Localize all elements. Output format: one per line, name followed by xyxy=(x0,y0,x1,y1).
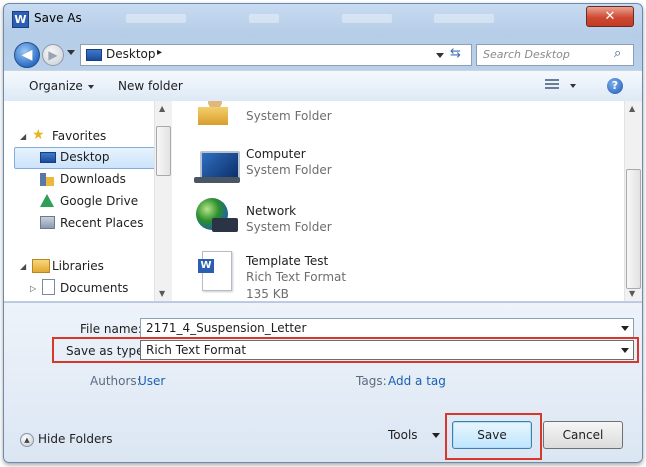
hide-folders-button[interactable]: Hide Folders xyxy=(38,432,113,446)
folder-icon xyxy=(198,107,228,125)
collapse-arrow-icon[interactable]: ◢ xyxy=(20,262,26,271)
desktop-icon xyxy=(40,152,56,163)
save-type-dropdown-icon[interactable] xyxy=(621,348,629,353)
google-drive-icon xyxy=(40,194,54,207)
navigation-pane: ◢ ★ Favorites Desktop Downloads Google D… xyxy=(4,101,172,301)
nav-item-downloads[interactable]: Downloads xyxy=(60,172,126,186)
tools-menu[interactable]: Tools xyxy=(388,428,418,442)
background-tab-ghost xyxy=(434,14,494,23)
computer-icon xyxy=(200,151,240,179)
background-tab-ghost xyxy=(342,14,392,23)
background-tab-ghost xyxy=(249,14,279,23)
nav-item-google-drive[interactable]: Google Drive xyxy=(60,194,138,208)
background-tab-ghost xyxy=(126,14,186,23)
help-icon[interactable]: ? xyxy=(607,78,623,94)
libraries-folder-icon xyxy=(32,259,50,273)
save-as-dialog: W Save As ✕ ◀ ▶ Desktop ▸ ⇆ Search Deskt… xyxy=(3,3,643,463)
chevron-up-icon[interactable]: ▲ xyxy=(20,433,34,447)
tools-label: Tools xyxy=(388,428,418,442)
nav-libraries[interactable]: Libraries xyxy=(52,259,104,273)
list-item[interactable] xyxy=(194,196,240,236)
filename-label: File name: xyxy=(80,322,142,336)
nav-scrollbar[interactable]: ▲ ▼ xyxy=(154,101,172,301)
close-button[interactable]: ✕ xyxy=(586,6,634,27)
nav-scroll-thumb[interactable] xyxy=(156,126,171,176)
filename-value: 2171_4_Suspension_Letter xyxy=(146,321,307,335)
organize-menu[interactable]: Organize xyxy=(29,79,94,93)
star-icon: ★ xyxy=(32,127,45,143)
file-desc: System Folder xyxy=(246,109,332,123)
save-type-label: Save as type: xyxy=(66,344,148,358)
scroll-down-icon[interactable]: ▼ xyxy=(629,289,635,298)
authors-value[interactable]: User xyxy=(138,374,165,388)
list-item[interactable] xyxy=(196,101,230,127)
forward-button[interactable]: ▶ xyxy=(42,44,64,66)
save-type-select[interactable]: Rich Text Format xyxy=(140,340,634,360)
file-name[interactable]: Computer xyxy=(246,147,306,161)
new-folder-button[interactable]: New folder xyxy=(118,79,183,93)
back-button[interactable]: ◀ xyxy=(14,42,40,68)
search-placeholder: Search Desktop xyxy=(483,48,570,61)
nav-item-desktop[interactable]: Desktop xyxy=(60,150,110,164)
save-options-panel: File name: 2171_4_Suspension_Letter Save… xyxy=(4,302,642,462)
save-type-value: Rich Text Format xyxy=(146,343,247,357)
file-list-scrollbar[interactable]: ▲ ▼ xyxy=(624,101,642,301)
filename-dropdown-icon[interactable] xyxy=(621,326,629,331)
cancel-button[interactable]: Cancel xyxy=(543,421,623,449)
file-desc: System Folder xyxy=(246,220,332,234)
file-name[interactable]: Network xyxy=(246,204,296,218)
list-item[interactable]: W xyxy=(198,251,232,291)
file-desc: Rich Text Format xyxy=(246,270,347,284)
add-tag-link[interactable]: Add a tag xyxy=(388,374,446,388)
word-document-icon: W xyxy=(198,259,214,273)
recent-places-icon xyxy=(40,216,55,229)
file-scroll-thumb[interactable] xyxy=(626,169,641,289)
file-size: 135 KB xyxy=(246,287,289,301)
command-toolbar: Organize New folder ? xyxy=(4,70,642,102)
search-input[interactable]: Search Desktop ⌕ xyxy=(476,44,634,66)
authors-label: Authors: xyxy=(90,374,141,388)
chevron-down-icon xyxy=(87,84,94,89)
search-icon[interactable]: ⌕ xyxy=(614,46,621,61)
address-bar[interactable]: Desktop ▸ ⇆ xyxy=(80,44,472,66)
downloads-folder-icon xyxy=(46,177,54,186)
computer-base-icon xyxy=(194,177,240,183)
nav-item-recent-places[interactable]: Recent Places xyxy=(60,216,143,230)
filename-field[interactable]: 2171_4_Suspension_Letter xyxy=(140,318,634,338)
recent-pages-dropdown-icon[interactable] xyxy=(67,50,75,55)
file-list: System Folder Computer System Folder Net… xyxy=(172,101,624,301)
organize-label: Organize xyxy=(29,79,83,93)
word-app-icon: W xyxy=(12,11,29,28)
desktop-icon xyxy=(86,49,102,61)
nav-item-documents[interactable]: Documents xyxy=(60,281,128,295)
file-desc: System Folder xyxy=(246,163,332,177)
nav-favorites[interactable]: Favorites xyxy=(52,129,106,143)
tools-dropdown-icon[interactable] xyxy=(432,433,440,438)
save-button[interactable]: Save xyxy=(452,421,532,449)
scroll-down-icon[interactable]: ▼ xyxy=(159,289,165,298)
breadcrumb-arrow-icon[interactable]: ▸ xyxy=(157,47,162,58)
tags-label: Tags: xyxy=(356,374,387,388)
refresh-icon[interactable]: ⇆ xyxy=(450,46,461,61)
scroll-up-icon[interactable]: ▲ xyxy=(629,104,635,113)
network-monitor-icon xyxy=(212,218,238,232)
dialog-title: Save As xyxy=(34,11,82,25)
address-location[interactable]: Desktop xyxy=(106,47,156,61)
change-view-icon[interactable] xyxy=(545,79,559,91)
expand-arrow-icon[interactable]: ▷ xyxy=(30,284,36,293)
collapse-arrow-icon[interactable]: ◢ xyxy=(20,132,26,141)
list-item[interactable] xyxy=(194,147,240,187)
address-dropdown-icon[interactable] xyxy=(436,53,444,58)
file-name[interactable]: Template Test xyxy=(246,254,328,268)
view-dropdown-icon[interactable] xyxy=(570,84,576,88)
documents-icon xyxy=(42,279,55,295)
scroll-up-icon[interactable]: ▲ xyxy=(159,104,165,113)
